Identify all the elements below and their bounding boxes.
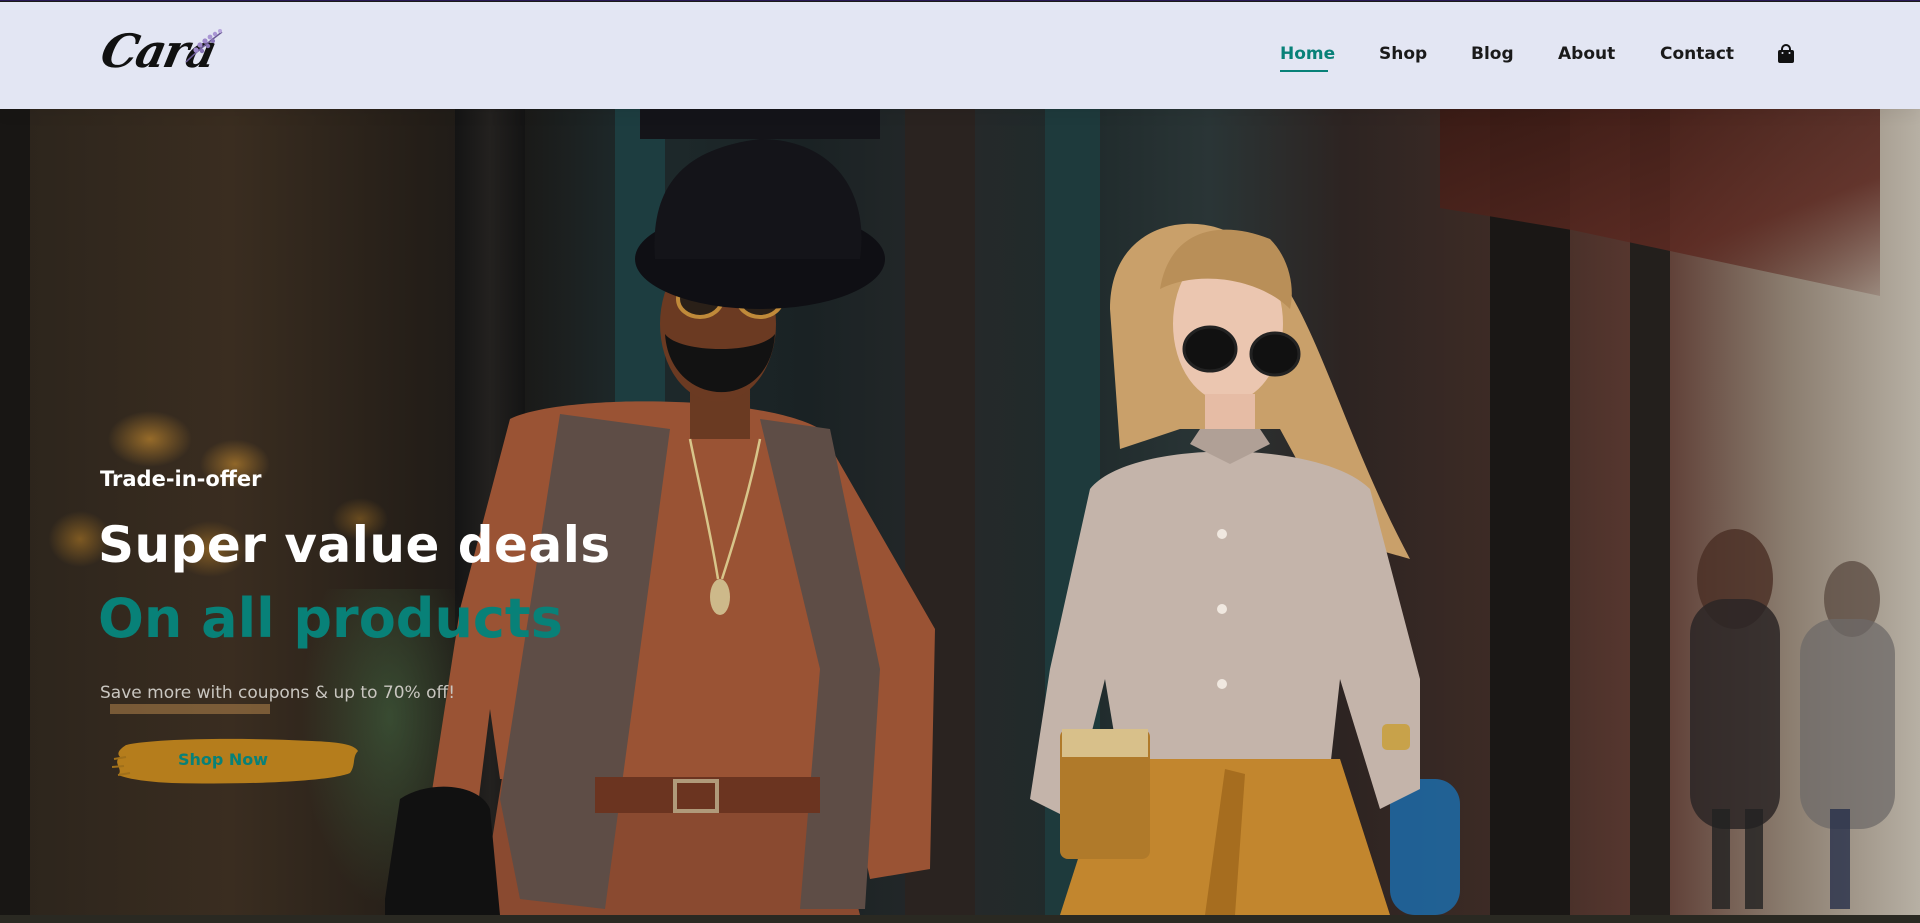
- shop-now-label: Shop Now: [177, 750, 269, 769]
- hero-banner: Trade-in-offer Super value deals On all …: [0, 109, 1920, 915]
- active-nav-indicator: [1280, 70, 1328, 72]
- hero-subheadline: On all products: [98, 587, 563, 650]
- nav-item-about[interactable]: About: [1558, 44, 1615, 64]
- nav-item-shop[interactable]: Shop: [1379, 44, 1427, 64]
- nav-item-home[interactable]: Home: [1280, 44, 1335, 64]
- hero-models-illustration: [385, 109, 1895, 915]
- cart-button[interactable]: [1777, 44, 1795, 64]
- hero-description: Save more with coupons & up to 70% off!: [100, 683, 456, 703]
- nav-item-blog[interactable]: Blog: [1471, 44, 1514, 64]
- shopping-bag-icon: [1778, 44, 1794, 63]
- lavender-icon: [185, 29, 223, 63]
- page-bottom-edge: [0, 915, 1920, 923]
- hero-eyebrow: Trade-in-offer: [100, 467, 262, 491]
- site-header: Cara Home Shop Blog About Contact: [0, 2, 1920, 109]
- hero-headline: Super value deals: [98, 516, 611, 574]
- nav-item-contact[interactable]: Contact: [1660, 44, 1734, 64]
- shop-now-button[interactable]: Shop Now: [112, 735, 360, 787]
- brand-logo[interactable]: Cara: [96, 20, 230, 84]
